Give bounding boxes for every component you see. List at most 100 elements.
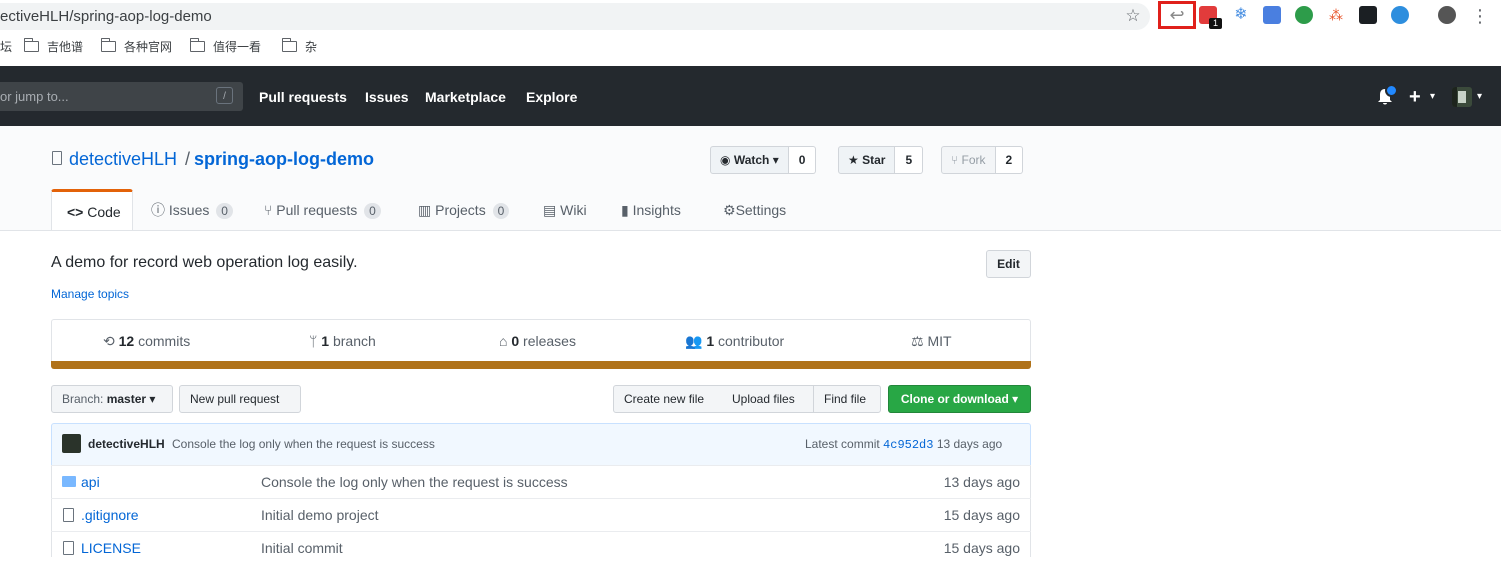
file-name-link[interactable]: api bbox=[81, 473, 100, 491]
code-icon: <> bbox=[67, 204, 88, 220]
people-icon: 👥 bbox=[685, 333, 707, 349]
commit-message-link[interactable]: Console the log only when the request is… bbox=[172, 436, 435, 452]
bookmark-item-worth-a-look[interactable]: 值得一看 bbox=[189, 38, 261, 56]
fork-count[interactable]: 2 bbox=[995, 146, 1024, 174]
releases-link[interactable]: ⌂ 0 releases bbox=[499, 333, 576, 349]
watch-button[interactable]: ◉ Watch ▾ bbox=[710, 146, 789, 174]
latest-commit-info: Latest commit 4c952d3 13 days ago bbox=[805, 437, 1003, 452]
issue-icon: ⓘ bbox=[151, 202, 169, 218]
star-button[interactable]: ★ Star bbox=[838, 146, 896, 174]
history-icon: ⟲ bbox=[103, 333, 119, 349]
tab-projects[interactable]: ▥ Projects 0 bbox=[418, 190, 510, 230]
new-pull-request-button[interactable]: New pull request bbox=[179, 385, 301, 413]
projects-counter: 0 bbox=[492, 203, 510, 219]
commits-link[interactable]: ⟲ 12 commits bbox=[103, 333, 190, 349]
clone-or-download-button[interactable]: Clone or download ▾ bbox=[888, 385, 1031, 413]
folder-icon bbox=[23, 38, 39, 52]
nav-marketplace[interactable]: Marketplace bbox=[425, 86, 506, 108]
tab-wiki[interactable]: ▤ Wiki bbox=[543, 190, 587, 230]
bookmark-star-icon[interactable]: ☆ bbox=[1124, 7, 1142, 25]
repo-owner-link[interactable]: detectiveHLH bbox=[69, 148, 177, 170]
table-row bbox=[51, 498, 1031, 531]
notification-indicator bbox=[1385, 84, 1398, 97]
file-age: 13 days ago bbox=[943, 474, 1020, 490]
search-shortcut-key: / bbox=[216, 87, 233, 104]
file-icon bbox=[63, 541, 74, 555]
round-extension-icon[interactable] bbox=[1391, 6, 1409, 24]
language-bar[interactable] bbox=[51, 361, 1031, 369]
gear-icon: ⚙ bbox=[723, 202, 736, 218]
bookmark-item-official-sites[interactable]: 各种官网 bbox=[100, 38, 172, 56]
eye-icon: ◉ bbox=[720, 153, 734, 167]
branch-icon: ᛘ bbox=[309, 333, 322, 349]
fork-icon: ⑂ bbox=[951, 153, 962, 167]
watch-count[interactable]: 0 bbox=[788, 146, 817, 174]
contributors-link[interactable]: 👥 1 contributor bbox=[685, 333, 784, 349]
law-icon: ⚖ bbox=[911, 333, 928, 349]
file-age: 15 days ago bbox=[943, 540, 1020, 556]
file-age: 15 days ago bbox=[943, 507, 1020, 523]
browser-menu-icon[interactable]: ⋮ bbox=[1471, 6, 1489, 26]
bookmark-item-0[interactable]: 坛 bbox=[0, 38, 12, 56]
commit-author-link[interactable]: detectiveHLH bbox=[88, 436, 165, 452]
tab-pull-requests[interactable]: ⑂ Pull requests 0 bbox=[264, 190, 381, 230]
table-row bbox=[51, 531, 1031, 564]
search-placeholder[interactable]: or jump to... bbox=[0, 82, 69, 111]
upload-files-button[interactable]: Upload files bbox=[722, 385, 814, 413]
extension-badge: 1 bbox=[1209, 18, 1222, 29]
chevron-down-icon[interactable]: ▾ bbox=[1430, 90, 1435, 104]
nav-explore[interactable]: Explore bbox=[526, 86, 577, 108]
find-file-button[interactable]: Find file bbox=[813, 385, 881, 413]
tab-settings[interactable]: ⚙Settings bbox=[723, 190, 786, 230]
file-commit-message[interactable]: Initial demo project bbox=[261, 506, 379, 524]
file-icon bbox=[63, 508, 74, 522]
repo-path-separator: / bbox=[185, 149, 191, 169]
commit-author-avatar[interactable] bbox=[62, 434, 81, 453]
tab-issues[interactable]: ⓘ Issues 0 bbox=[151, 190, 233, 230]
edit-description-button[interactable]: Edit bbox=[986, 250, 1031, 278]
repo-icon bbox=[52, 151, 62, 165]
book-icon: ▤ bbox=[543, 202, 561, 218]
fork-button[interactable]: ⑂ Fork bbox=[941, 146, 996, 174]
commit-sha-link[interactable]: 4c952d3 bbox=[883, 438, 933, 452]
fork-control: ⑂ Fork 2 bbox=[941, 146, 1024, 174]
nav-issues[interactable]: Issues bbox=[365, 86, 409, 108]
star-count[interactable]: 5 bbox=[895, 146, 924, 174]
graph-icon: ▮ bbox=[621, 202, 633, 218]
dark-extension-icon[interactable] bbox=[1359, 6, 1377, 24]
license-link[interactable]: ⚖ MIT bbox=[911, 333, 952, 349]
issues-counter: 0 bbox=[216, 203, 233, 219]
manage-topics-link[interactable]: Manage topics bbox=[51, 286, 129, 302]
nav-pull-requests[interactable]: Pull requests bbox=[259, 86, 347, 108]
folder-icon bbox=[281, 38, 297, 52]
pulls-counter: 0 bbox=[364, 203, 381, 219]
user-avatar[interactable] bbox=[1452, 87, 1472, 107]
translate-extension-icon[interactable] bbox=[1263, 6, 1281, 24]
tab-insights[interactable]: ▮ Insights bbox=[621, 190, 681, 230]
create-new-button[interactable]: + bbox=[1409, 86, 1421, 108]
file-name-link[interactable]: LICENSE bbox=[81, 539, 141, 557]
orange-extension-icon[interactable]: ⁂ bbox=[1327, 6, 1345, 24]
reply-extension-icon[interactable]: ↩ bbox=[1158, 1, 1196, 29]
project-icon: ▥ bbox=[418, 202, 436, 218]
green-extension-icon[interactable] bbox=[1295, 6, 1313, 24]
pull-request-icon: ⑂ bbox=[264, 202, 277, 218]
branch-select[interactable]: Branch: master ▾ bbox=[51, 385, 173, 413]
folder-icon bbox=[189, 38, 205, 52]
address-url[interactable]: ectiveHLH/spring-aop-log-demo bbox=[0, 3, 212, 30]
star-icon: ★ bbox=[848, 153, 863, 167]
profile-avatar-icon[interactable] bbox=[1438, 6, 1456, 24]
file-name-link[interactable]: .gitignore bbox=[81, 506, 139, 524]
file-commit-message[interactable]: Console the log only when the request is… bbox=[261, 473, 568, 491]
create-new-file-button[interactable]: Create new file bbox=[613, 385, 723, 413]
tag-icon: ⌂ bbox=[499, 333, 512, 349]
repo-name-link[interactable]: spring-aop-log-demo bbox=[194, 148, 374, 170]
branches-link[interactable]: ᛘ 1 branch bbox=[309, 333, 376, 349]
file-commit-message[interactable]: Initial commit bbox=[261, 539, 343, 557]
chevron-down-icon[interactable]: ▾ bbox=[1477, 90, 1482, 104]
tab-code[interactable]: <> Code bbox=[51, 189, 133, 230]
star-control: ★ Star 5 bbox=[838, 146, 924, 174]
bookmark-item-misc[interactable]: 杂 bbox=[281, 38, 317, 56]
snowflake-extension-icon[interactable]: ❄ bbox=[1232, 6, 1250, 24]
bookmark-item-guitar[interactable]: 吉他谱 bbox=[23, 38, 83, 56]
